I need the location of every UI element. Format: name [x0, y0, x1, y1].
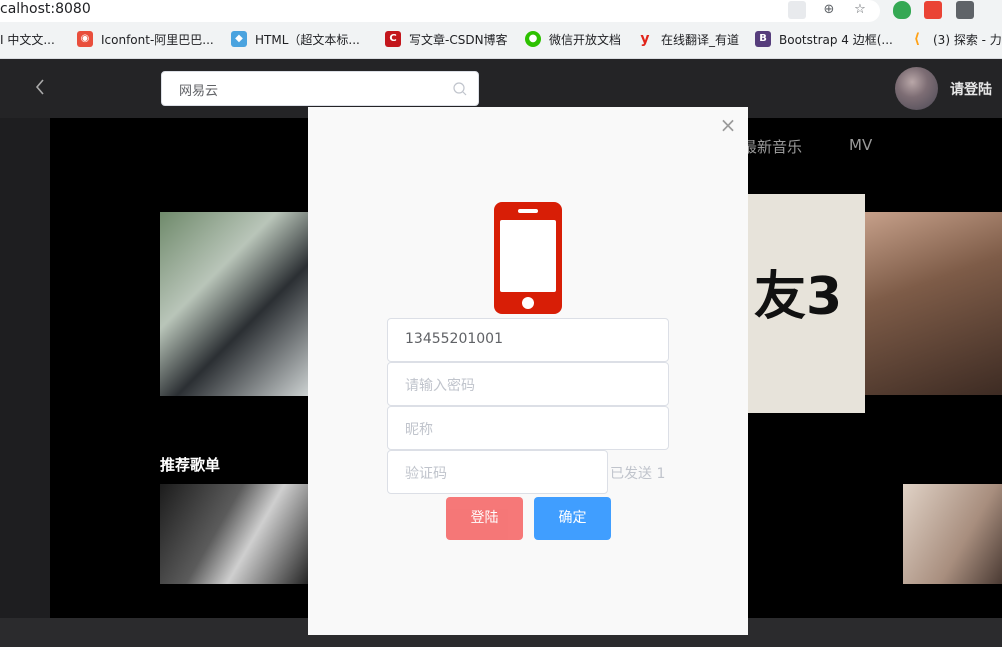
playlist-cover[interactable]	[903, 484, 1002, 584]
extension-icon[interactable]	[924, 1, 942, 19]
bookmarks-bar: I 中文文... ◉ Iconfont-阿里巴巴... ◆ HTML（超文本标.…	[0, 22, 1002, 59]
bookmark-item[interactable]: 写文章-CSDN博客	[409, 31, 508, 49]
code-placeholder: 验证码	[405, 466, 447, 482]
banner-text: 友3	[754, 267, 843, 327]
url-text[interactable]: calhost:8080	[0, 0, 91, 18]
section-title: 推荐歌单	[160, 456, 221, 474]
nickname-placeholder: 昵称	[405, 422, 433, 438]
zoom-icon[interactable]: ⊕	[821, 2, 837, 18]
browser-toolbar: calhost:8080 ⊕ ☆	[0, 0, 1002, 22]
nav-mv[interactable]: MV	[849, 136, 872, 154]
login-dialog: × 13455201001 请输入密码 昵称 验证码 已发送 1 登陆 确定	[308, 107, 748, 635]
verification-code-field[interactable]: 验证码	[387, 450, 608, 494]
leetcode-icon: ⟨	[913, 31, 921, 47]
close-icon[interactable]: ×	[718, 115, 738, 135]
address-bar[interactable]: calhost:8080 ⊕ ☆	[0, 0, 880, 22]
banner-image[interactable]	[160, 212, 310, 396]
csdn-icon: C	[385, 31, 401, 47]
search-input-value: 网易云	[179, 84, 219, 99]
password-placeholder: 请输入密码	[405, 378, 475, 394]
playlist-cover[interactable]	[160, 484, 310, 584]
phone-field[interactable]: 13455201001	[387, 318, 669, 362]
baidu-icon: ◆	[231, 31, 247, 47]
wechat-icon: ●	[525, 31, 541, 47]
login-button[interactable]: 登陆	[446, 497, 523, 540]
search-icon[interactable]	[452, 81, 468, 97]
confirm-button[interactable]: 确定	[534, 497, 611, 540]
bookmark-item[interactable]: Iconfont-阿里巴巴...	[101, 31, 214, 49]
bookmark-item[interactable]: (3) 探索 - 力扣	[933, 31, 1002, 49]
nav-latest-music[interactable]: 最新音乐	[742, 136, 802, 157]
search-extension-icon[interactable]	[956, 1, 974, 19]
search-input[interactable]: 网易云	[161, 71, 479, 106]
banner-image[interactable]: 友3	[748, 194, 865, 413]
avatar[interactable]	[895, 67, 938, 110]
shield-extension-icon[interactable]	[893, 1, 911, 19]
phone-icon	[494, 202, 562, 314]
back-arrow-icon[interactable]	[30, 77, 50, 97]
nickname-field[interactable]: 昵称	[387, 406, 669, 450]
iconfont-icon: ◉	[77, 31, 93, 47]
password-field[interactable]: 请输入密码	[387, 362, 669, 406]
bookmark-item[interactable]: Bootstrap 4 边框(...	[779, 31, 893, 49]
side-strip	[0, 118, 50, 618]
login-link[interactable]: 请登陆	[950, 79, 992, 99]
phone-field-value: 13455201001	[405, 331, 503, 347]
translate-icon[interactable]	[788, 1, 806, 19]
code-sent-status: 已发送 1	[610, 466, 666, 482]
bookmark-star-icon[interactable]: ☆	[852, 2, 868, 18]
bootstrap-icon: B	[755, 31, 771, 47]
bookmark-item[interactable]: HTML（超文本标...	[255, 31, 360, 49]
bookmark-item[interactable]: I 中文文...	[0, 31, 55, 49]
banner-image[interactable]	[865, 212, 1002, 395]
youdao-icon: y	[640, 31, 650, 47]
bookmark-item[interactable]: 在线翻译_有道	[661, 31, 739, 49]
bookmark-item[interactable]: 微信开放文档	[549, 31, 621, 49]
